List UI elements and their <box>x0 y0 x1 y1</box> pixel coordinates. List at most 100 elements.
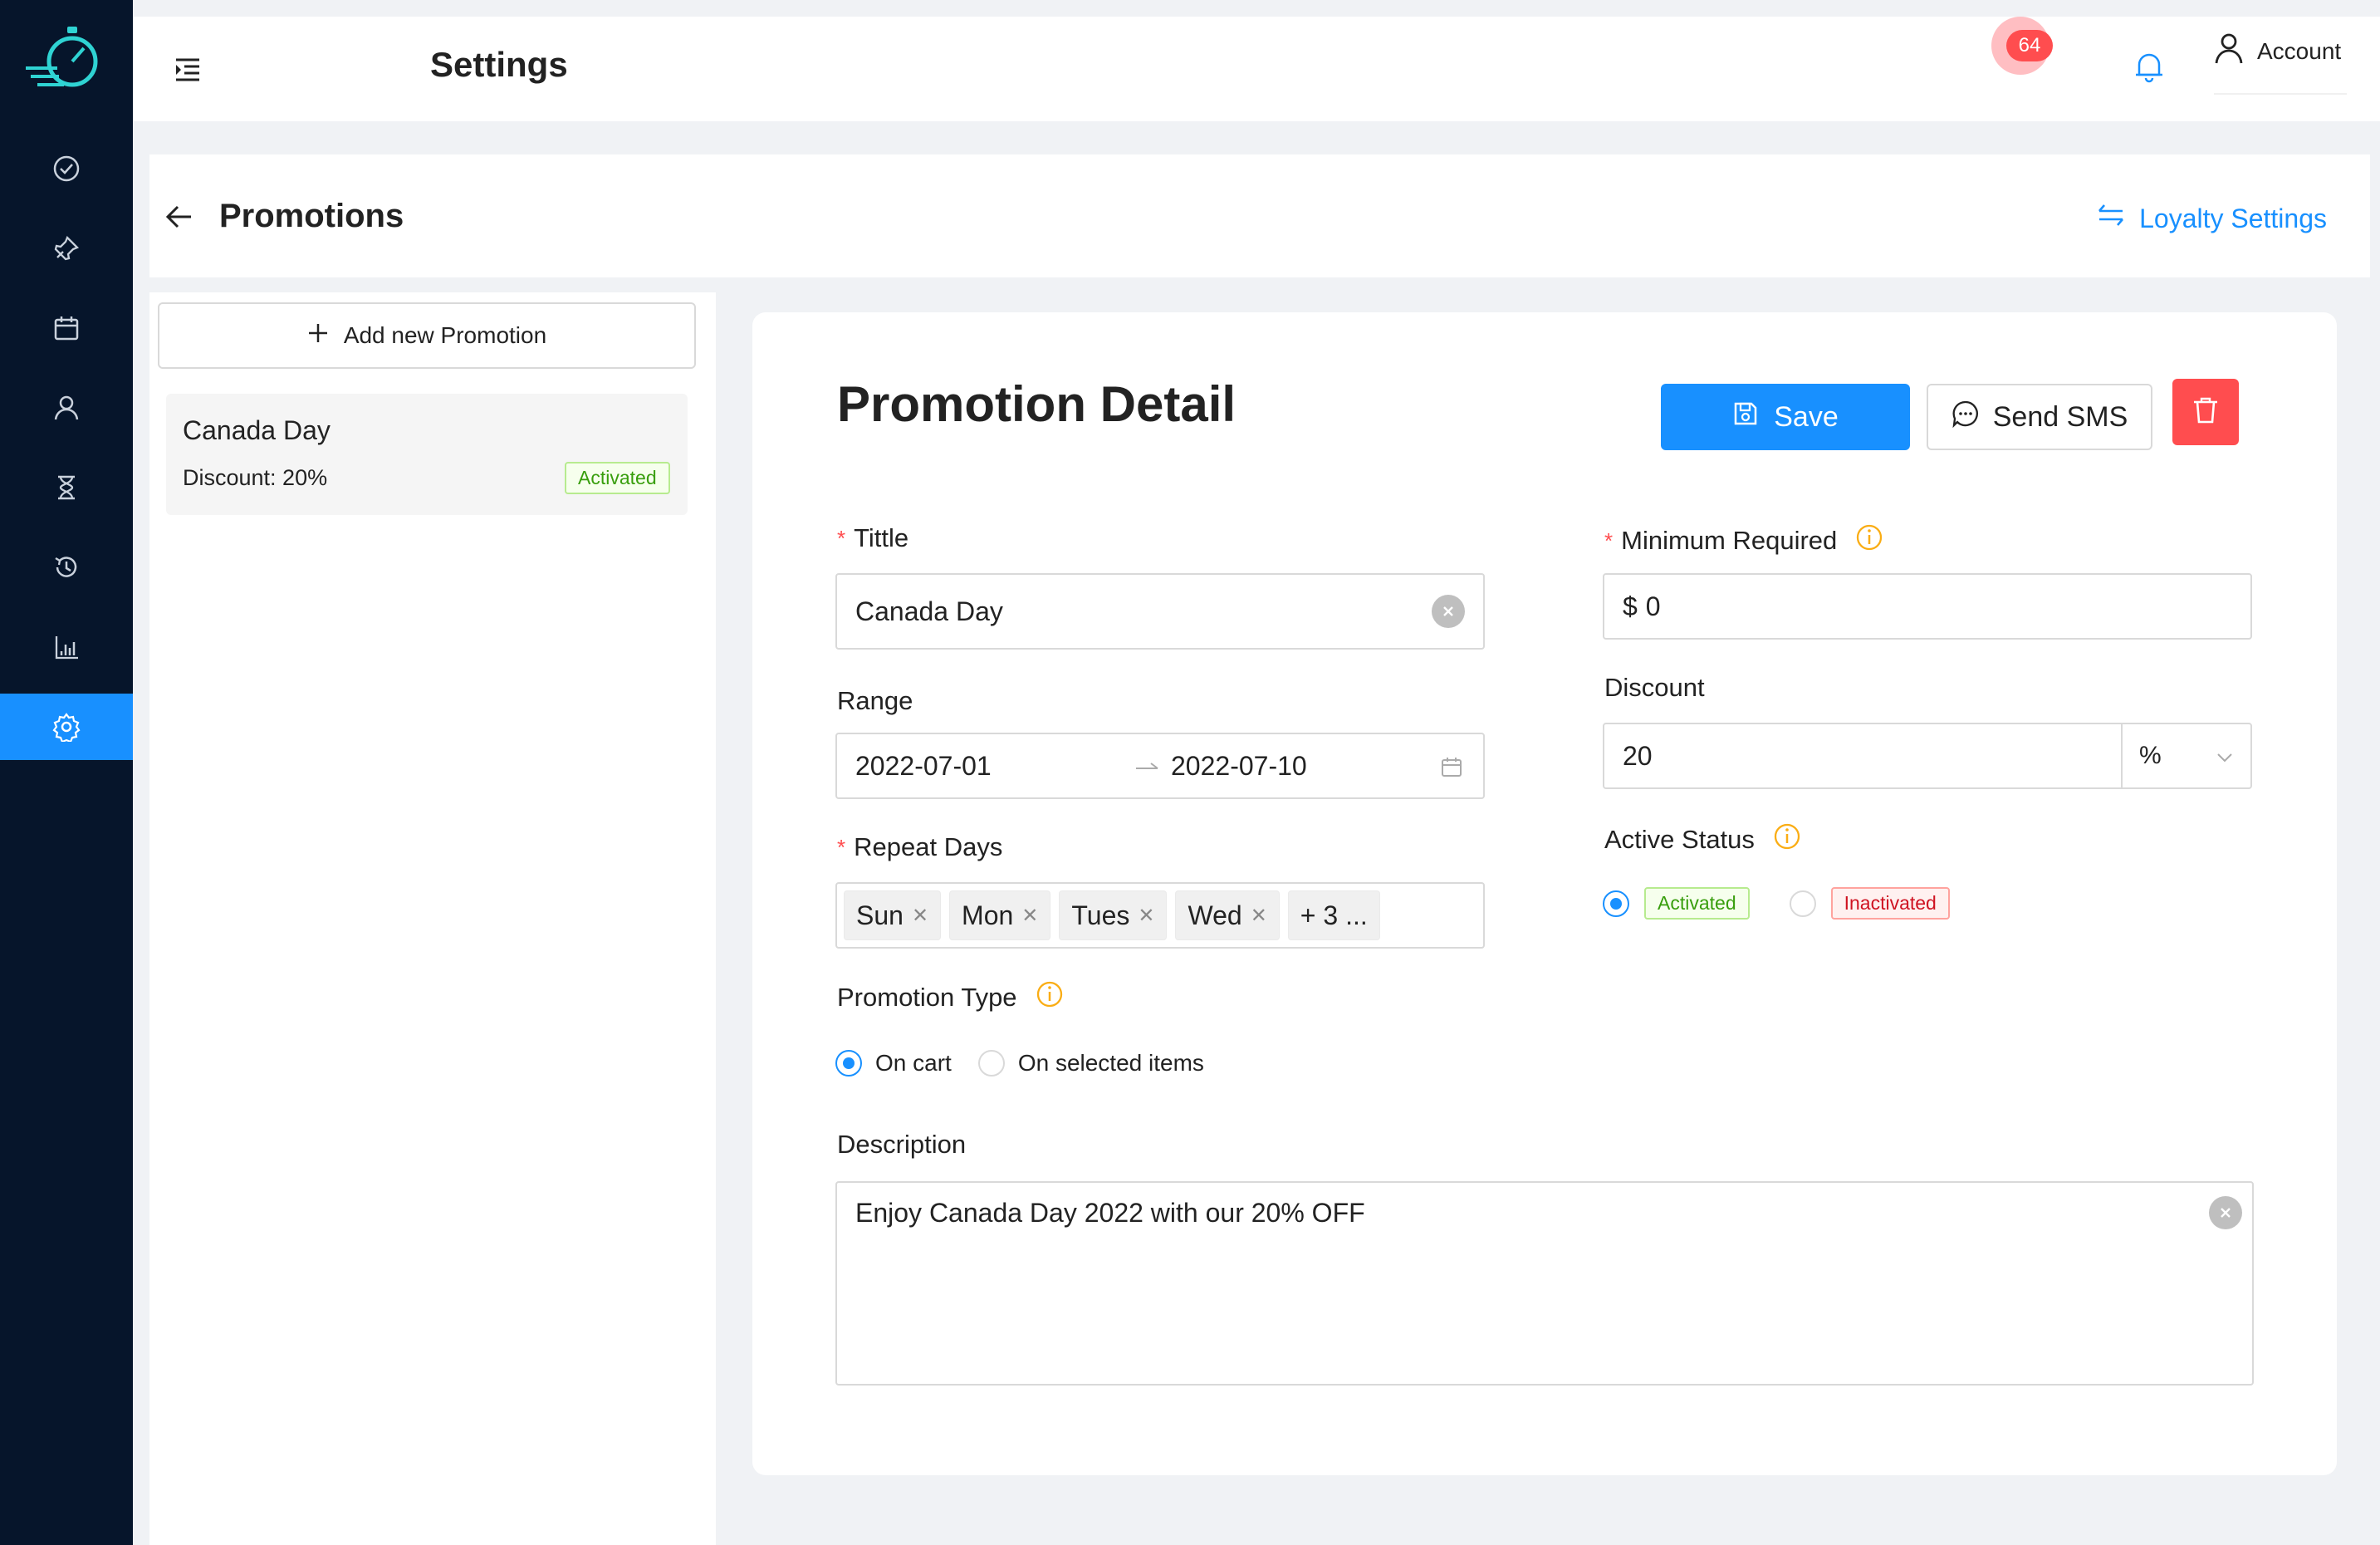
trash-icon <box>2191 395 2220 429</box>
min-required-label-wrap: * Minimum Required <box>1604 523 1883 558</box>
add-promotion-button[interactable]: Add new Promotion <box>158 302 696 369</box>
discount-label: Discount <box>1604 673 1705 702</box>
arrow-right-icon <box>1134 754 1159 785</box>
close-icon[interactable]: ✕ <box>1251 904 1267 928</box>
send-sms-label: Send SMS <box>1992 400 2128 433</box>
bell-icon[interactable] <box>2134 50 2164 87</box>
divider <box>2214 93 2347 95</box>
description-value: Enjoy Canada Day 2022 with our 20% OFF <box>855 1198 1365 1228</box>
currency-prefix: $ <box>1623 591 1638 621</box>
active-status-options: Activated Inactivated <box>1603 887 1950 920</box>
close-icon[interactable]: ✕ <box>1021 904 1038 928</box>
activated-tag[interactable]: Activated <box>1644 887 1750 920</box>
clear-icon[interactable] <box>2209 1196 2242 1229</box>
status-badge: Activated <box>565 462 670 494</box>
promotion-name: Canada Day <box>183 415 331 445</box>
chip-label: Mon <box>962 900 1014 930</box>
min-required-input[interactable]: $ 0 <box>1603 573 2252 640</box>
option-label[interactable]: On cart <box>875 1050 952 1077</box>
user-icon <box>2214 32 2244 71</box>
range-label-wrap: Range <box>837 686 913 716</box>
promotion-discount: Discount: 20% <box>183 465 328 490</box>
nav-item-user[interactable] <box>0 375 133 441</box>
discount-input[interactable]: 20 % <box>1603 723 2252 789</box>
repeat-day-chip[interactable]: Tues ✕ <box>1059 890 1168 940</box>
repeat-day-chip[interactable]: Mon ✕ <box>949 890 1051 940</box>
nav-item-pin[interactable] <box>0 215 133 282</box>
message-icon <box>1952 400 1980 435</box>
delete-button[interactable] <box>2172 379 2239 445</box>
range-start[interactable]: 2022-07-01 <box>855 751 992 782</box>
calendar-icon <box>52 314 81 342</box>
option-label[interactable]: On selected items <box>1018 1050 1204 1077</box>
range-end[interactable]: 2022-07-10 <box>1171 751 1307 782</box>
required-mark: * <box>837 525 846 551</box>
nav-item-hourglass[interactable] <box>0 454 133 521</box>
pin-icon <box>52 234 81 262</box>
loyalty-settings-label: Loyalty Settings <box>2139 203 2327 233</box>
close-icon[interactable]: ✕ <box>1138 904 1154 928</box>
min-required-label: Minimum Required <box>1621 526 1838 555</box>
promotions-header: Promotions Loyalty Settings <box>149 154 2370 277</box>
bar-chart-icon <box>52 633 81 661</box>
calendar-icon <box>1440 754 1463 785</box>
active-status-label-wrap: Active Status <box>1604 822 1801 857</box>
required-mark: * <box>1604 527 1614 553</box>
title-input[interactable]: Canada Day <box>835 573 1485 650</box>
promotion-type-label: Promotion Type <box>837 983 1017 1012</box>
range-label: Range <box>837 686 913 715</box>
date-range-picker[interactable]: 2022-07-01 2022-07-10 <box>835 733 1485 799</box>
loyalty-settings-link[interactable]: Loyalty Settings <box>2098 203 2327 234</box>
radio-on-cart[interactable] <box>835 1050 862 1077</box>
hourglass-icon <box>52 473 81 502</box>
page-title: Settings <box>430 45 568 84</box>
discount-value: 20 <box>1623 740 1653 771</box>
promotion-detail-card: Promotion Detail Save Send SMS * Tittle … <box>752 312 2337 1475</box>
notification-count-badge: 64 <box>2006 30 2053 61</box>
menu-toggle-icon[interactable] <box>171 53 204 86</box>
min-required-value: 0 <box>1645 591 1661 621</box>
account-label: Account <box>2257 37 2342 64</box>
repeat-label-wrap: * Repeat Days <box>837 832 1002 862</box>
radio-activated[interactable] <box>1603 890 1629 917</box>
clear-icon[interactable] <box>1432 595 1465 628</box>
plus-icon <box>307 322 329 350</box>
chip-label: Tues <box>1071 900 1130 930</box>
info-icon[interactable] <box>1773 822 1801 857</box>
promotion-type-options: On cart On selected items <box>835 1050 1204 1077</box>
detail-title: Promotion Detail <box>837 376 1237 432</box>
nav-item-calendar[interactable] <box>0 295 133 361</box>
app-logo[interactable] <box>21 23 112 98</box>
title-label-wrap: * Tittle <box>837 523 908 553</box>
save-icon <box>1732 400 1759 434</box>
repeat-day-chip[interactable]: Sun ✕ <box>844 890 942 940</box>
add-promotion-label: Add new Promotion <box>343 322 547 348</box>
account-menu[interactable]: Account <box>2214 32 2341 71</box>
discount-unit: % <box>2139 742 2162 769</box>
save-label: Save <box>1774 400 1839 433</box>
radio-inactivated[interactable] <box>1789 890 1816 917</box>
close-icon[interactable]: ✕ <box>912 904 928 928</box>
nav-item-check[interactable] <box>0 135 133 202</box>
repeat-days-select[interactable]: Sun ✕ Mon ✕ Tues ✕ Wed ✕ + 3 ... <box>835 882 1485 949</box>
promotion-list-item[interactable]: Canada Day Discount: 20% Activated <box>166 394 688 515</box>
nav-item-history[interactable] <box>0 534 133 601</box>
send-sms-button[interactable]: Send SMS <box>1927 384 2152 450</box>
save-button[interactable]: Save <box>1661 384 1910 450</box>
arrow-left-icon[interactable] <box>164 204 193 233</box>
inactivated-tag[interactable]: Inactivated <box>1830 887 1950 920</box>
title-input-value: Canada Day <box>855 596 1003 626</box>
repeat-day-chip[interactable]: Wed ✕ <box>1175 890 1280 940</box>
info-icon[interactable] <box>1855 523 1883 558</box>
info-icon[interactable] <box>1036 980 1064 1015</box>
repeat-days-more[interactable]: + 3 ... <box>1287 890 1380 940</box>
chip-label: Wed <box>1188 900 1242 930</box>
nav-item-reports[interactable] <box>0 614 133 680</box>
gear-icon <box>51 712 81 742</box>
swap-icon <box>2098 203 2124 234</box>
description-textarea[interactable]: Enjoy Canada Day 2022 with our 20% OFF <box>835 1181 2254 1386</box>
sidebar <box>0 0 133 1545</box>
discount-unit-select[interactable]: % <box>2121 724 2250 787</box>
radio-on-selected-items[interactable] <box>977 1050 1005 1077</box>
nav-item-settings[interactable] <box>0 694 133 760</box>
